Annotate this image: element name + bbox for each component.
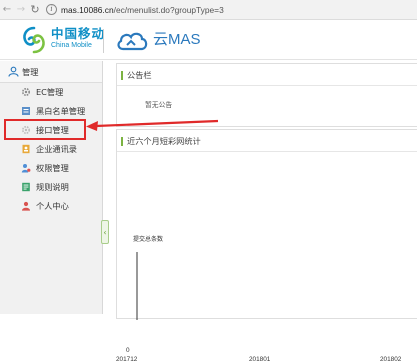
sidebar-collapse-handle[interactable]: ‹ [101, 220, 109, 244]
forward-arrow-icon[interactable]: → [14, 0, 28, 20]
url-host: mas.10086.cn [61, 4, 114, 15]
sidebar-header[interactable]: 管理 [0, 61, 102, 83]
brand-cn: 中国移动 [51, 26, 106, 41]
sidebar-title: 管理 [22, 66, 39, 77]
notice-title: 公告栏 [117, 64, 417, 86]
cloud-mas-logo-icon [117, 32, 148, 51]
sidebar-item-enterprise-contacts[interactable]: 企业通讯录 [0, 140, 102, 157]
rules-icon [22, 182, 30, 191]
sidebar-item-ec-management[interactable]: EC管理 [0, 83, 102, 100]
admin-user-icon [8, 66, 19, 77]
stats-panel: 近六个月短彩网统计 提交总条数 0 201712 201801 201802 [116, 129, 417, 363]
sidebar-item-personal-center[interactable]: 个人中心 [0, 197, 102, 214]
sidebar-item-label: 个人中心 [36, 200, 69, 211]
sidebar-item-label: 规则说明 [36, 181, 69, 192]
brand-text: 中国移动 China Mobile [51, 27, 105, 51]
main-content: 公告栏 暂无公告 近六个月短彩网统计 提交总条数 0 201712 201801 20… [116, 61, 417, 363]
chart-x-tick-label: 201802 [380, 356, 402, 363]
chart-y-tick-label: 0 [126, 347, 130, 354]
gear-icon [21, 87, 31, 96]
list-icon [22, 106, 30, 115]
sidebar: 管理 EC管理 黑白名单管理 接口管理 企业通讯录 权限管理 规则说明 个人中心 [0, 61, 103, 314]
sidebar-item-label: 企业通讯录 [36, 143, 77, 154]
annotation-arrow-icon [86, 119, 219, 131]
brand-en: China Mobile [51, 42, 92, 49]
chart-x-tick-label: 201801 [249, 356, 271, 363]
annotation-highlight-box [4, 119, 86, 140]
chart-canvas [136, 252, 138, 320]
notice-title-text: 公告栏 [127, 69, 152, 80]
sidebar-item-label: 黑白名单管理 [36, 105, 86, 116]
url-path: /ec/menulist.do?groupType=3 [113, 4, 224, 15]
sidebar-item-label: EC管理 [36, 86, 64, 97]
chart-x-tick-label: 201712 [116, 356, 138, 363]
sidebar-item-rules[interactable]: 规则说明 [0, 178, 102, 195]
sidebar-item-permission-management[interactable]: 权限管理 [0, 159, 102, 176]
address-bar[interactable]: i mas.10086.cn /ec/menulist.do?groupType… [46, 0, 224, 20]
contacts-icon [22, 144, 30, 153]
product-name: 云MAS [153, 31, 201, 48]
sidebar-item-label: 权限管理 [36, 162, 69, 173]
title-accent-bar [121, 71, 123, 80]
browser-toolbar: ← → ↻ i mas.10086.cn /ec/menulist.do?gro… [0, 0, 417, 20]
stats-chart: 提交总条数 0 201712 201801 201802 [116, 130, 417, 363]
user-icon [22, 201, 30, 211]
back-arrow-icon[interactable]: ← [0, 0, 14, 20]
app-header: 中国移动 China Mobile 云MAS [0, 20, 417, 60]
china-mobile-logo-icon [23, 26, 45, 54]
permission-icon [21, 163, 31, 172]
reload-icon[interactable]: ↻ [28, 0, 42, 20]
header-divider [103, 29, 104, 53]
info-icon[interactable]: i [46, 4, 57, 15]
